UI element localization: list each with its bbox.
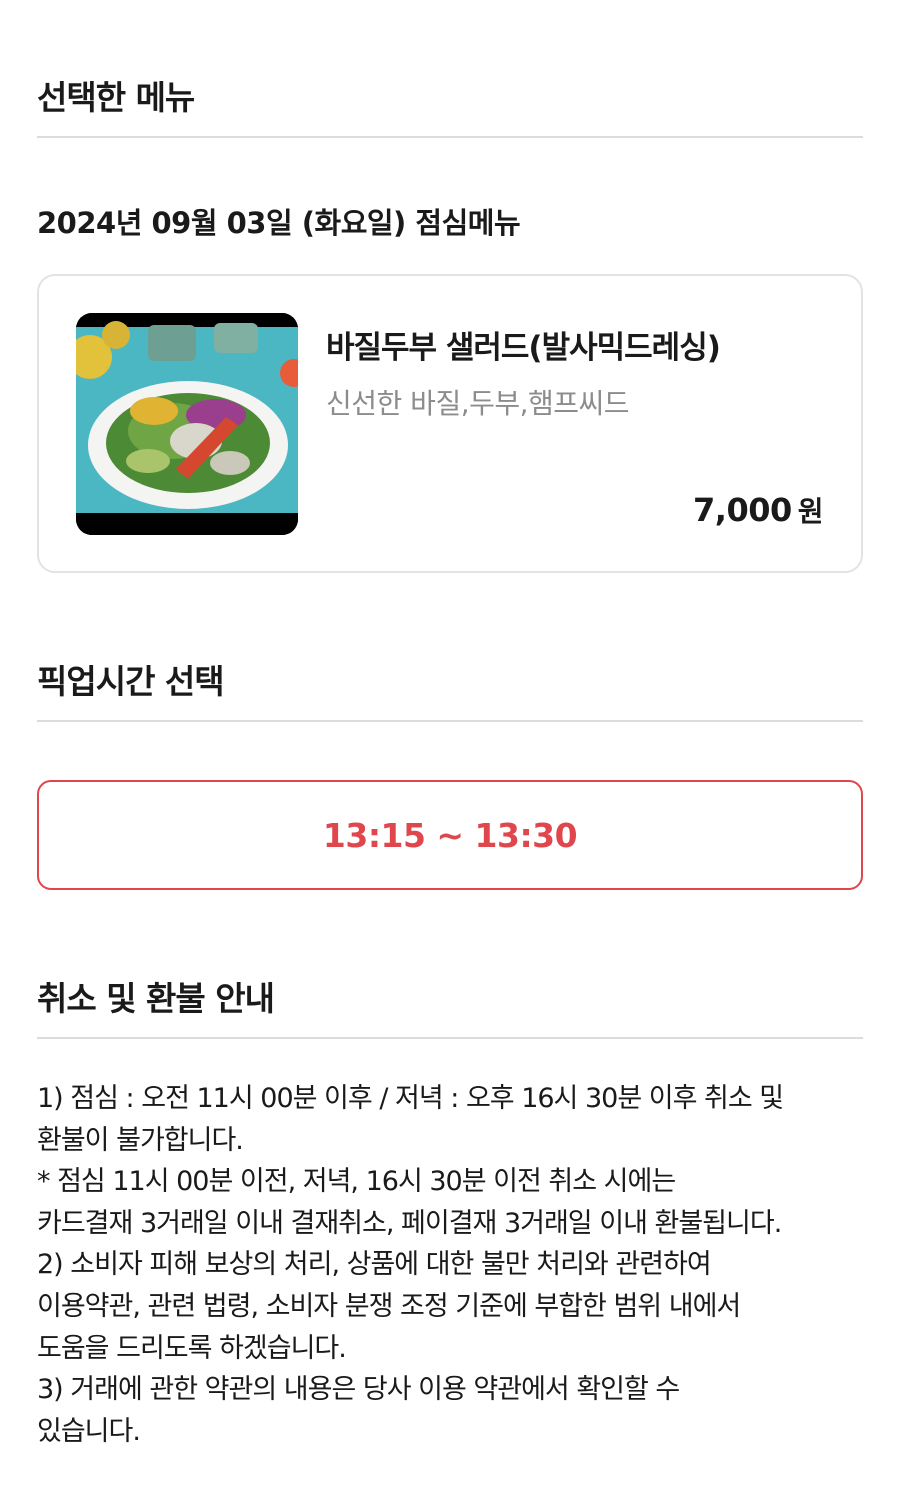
notice-line: 카드결재 3거래일 이내 결재취소, 페이결재 3거래일 이내 환불됩니다.: [37, 1207, 782, 1239]
menu-item-name: 바질두부 샐러드(발사믹드레싱): [326, 330, 721, 366]
notice-line: 환불이 불가합니다.: [37, 1124, 244, 1156]
menu-item-description: 신선한 바질,두부,햄프씨드: [326, 387, 630, 420]
menu-item-card[interactable]: 바질두부 샐러드(발사믹드레싱) 신선한 바질,두부,햄프씨드 7,000 원: [37, 274, 863, 573]
notice-line: 2) 소비자 피해 보상의 처리, 상품에 대한 불만 처리와 관련하여: [37, 1249, 712, 1281]
selected-menu-title: 선택한 메뉴: [37, 78, 195, 117]
divider: [37, 136, 863, 138]
divider: [37, 720, 863, 722]
notice-line: 3) 거래에 관한 약관의 내용은 당사 이용 약관에서 확인할 수: [37, 1374, 680, 1406]
pickup-time-option[interactable]: 13:15 ~ 13:30: [37, 780, 863, 890]
menu-item-image: [76, 313, 298, 535]
notice-line: 이용약관, 관련 법령, 소비자 분쟁 조정 기준에 부합한 범위 내에서: [37, 1290, 741, 1322]
menu-item-price: 7,000 원: [693, 490, 823, 530]
notice-line: 도움을 드리도록 하겠습니다.: [37, 1332, 347, 1364]
order-page: 선택한 메뉴 2024년 09월 03일 (화요일) 점심메뉴 바질두부 샐러드…: [0, 0, 900, 1496]
refund-notice: 1) 점심 : 오전 11시 00분 이후 / 저녁 : 오후 16시 30분 …: [37, 1078, 867, 1452]
menu-date-label: 2024년 09월 03일 (화요일) 점심메뉴: [37, 206, 521, 240]
notice-line: * 점심 11시 00분 이전, 저녁, 16시 30분 이전 취소 시에는: [37, 1166, 676, 1198]
price-value: 7,000: [693, 491, 792, 529]
pickup-time-text: 13:15 ~ 13:30: [322, 815, 578, 855]
notice-line: 1) 점심 : 오전 11시 00분 이후 / 저녁 : 오후 16시 30분 …: [37, 1083, 784, 1114]
refund-section-title: 취소 및 환불 안내: [37, 979, 275, 1018]
notice-line: 있습니다.: [37, 1415, 141, 1447]
price-unit: 원: [797, 495, 824, 528]
divider: [37, 1037, 863, 1039]
pickup-section-title: 픽업시간 선택: [37, 662, 225, 701]
